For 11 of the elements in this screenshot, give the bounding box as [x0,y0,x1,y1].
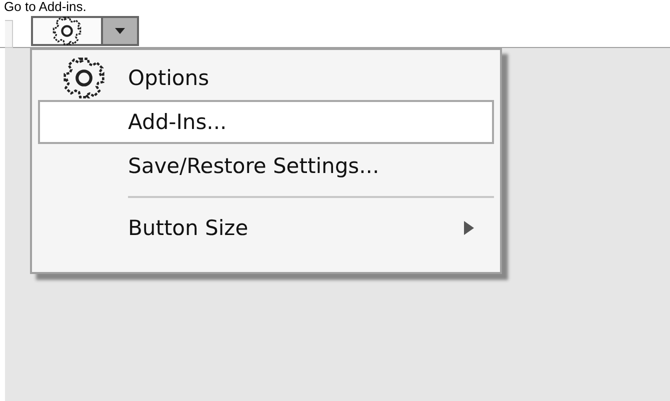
menu-item[interactable]: Add-Ins... [38,100,494,144]
settings-icon [51,15,83,47]
menu-item[interactable]: Button Size [38,206,494,250]
instruction-text: Go to Add-ins. [4,0,88,14]
settings-icon [61,55,107,101]
dropdown-button[interactable] [101,16,139,46]
menu-item[interactable]: Save/Restore Settings... [38,144,494,188]
submenu-arrow-icon [464,221,474,235]
settings-button[interactable] [31,16,101,46]
caret-icon [115,28,125,34]
menu-item[interactable]: Options [38,56,494,100]
